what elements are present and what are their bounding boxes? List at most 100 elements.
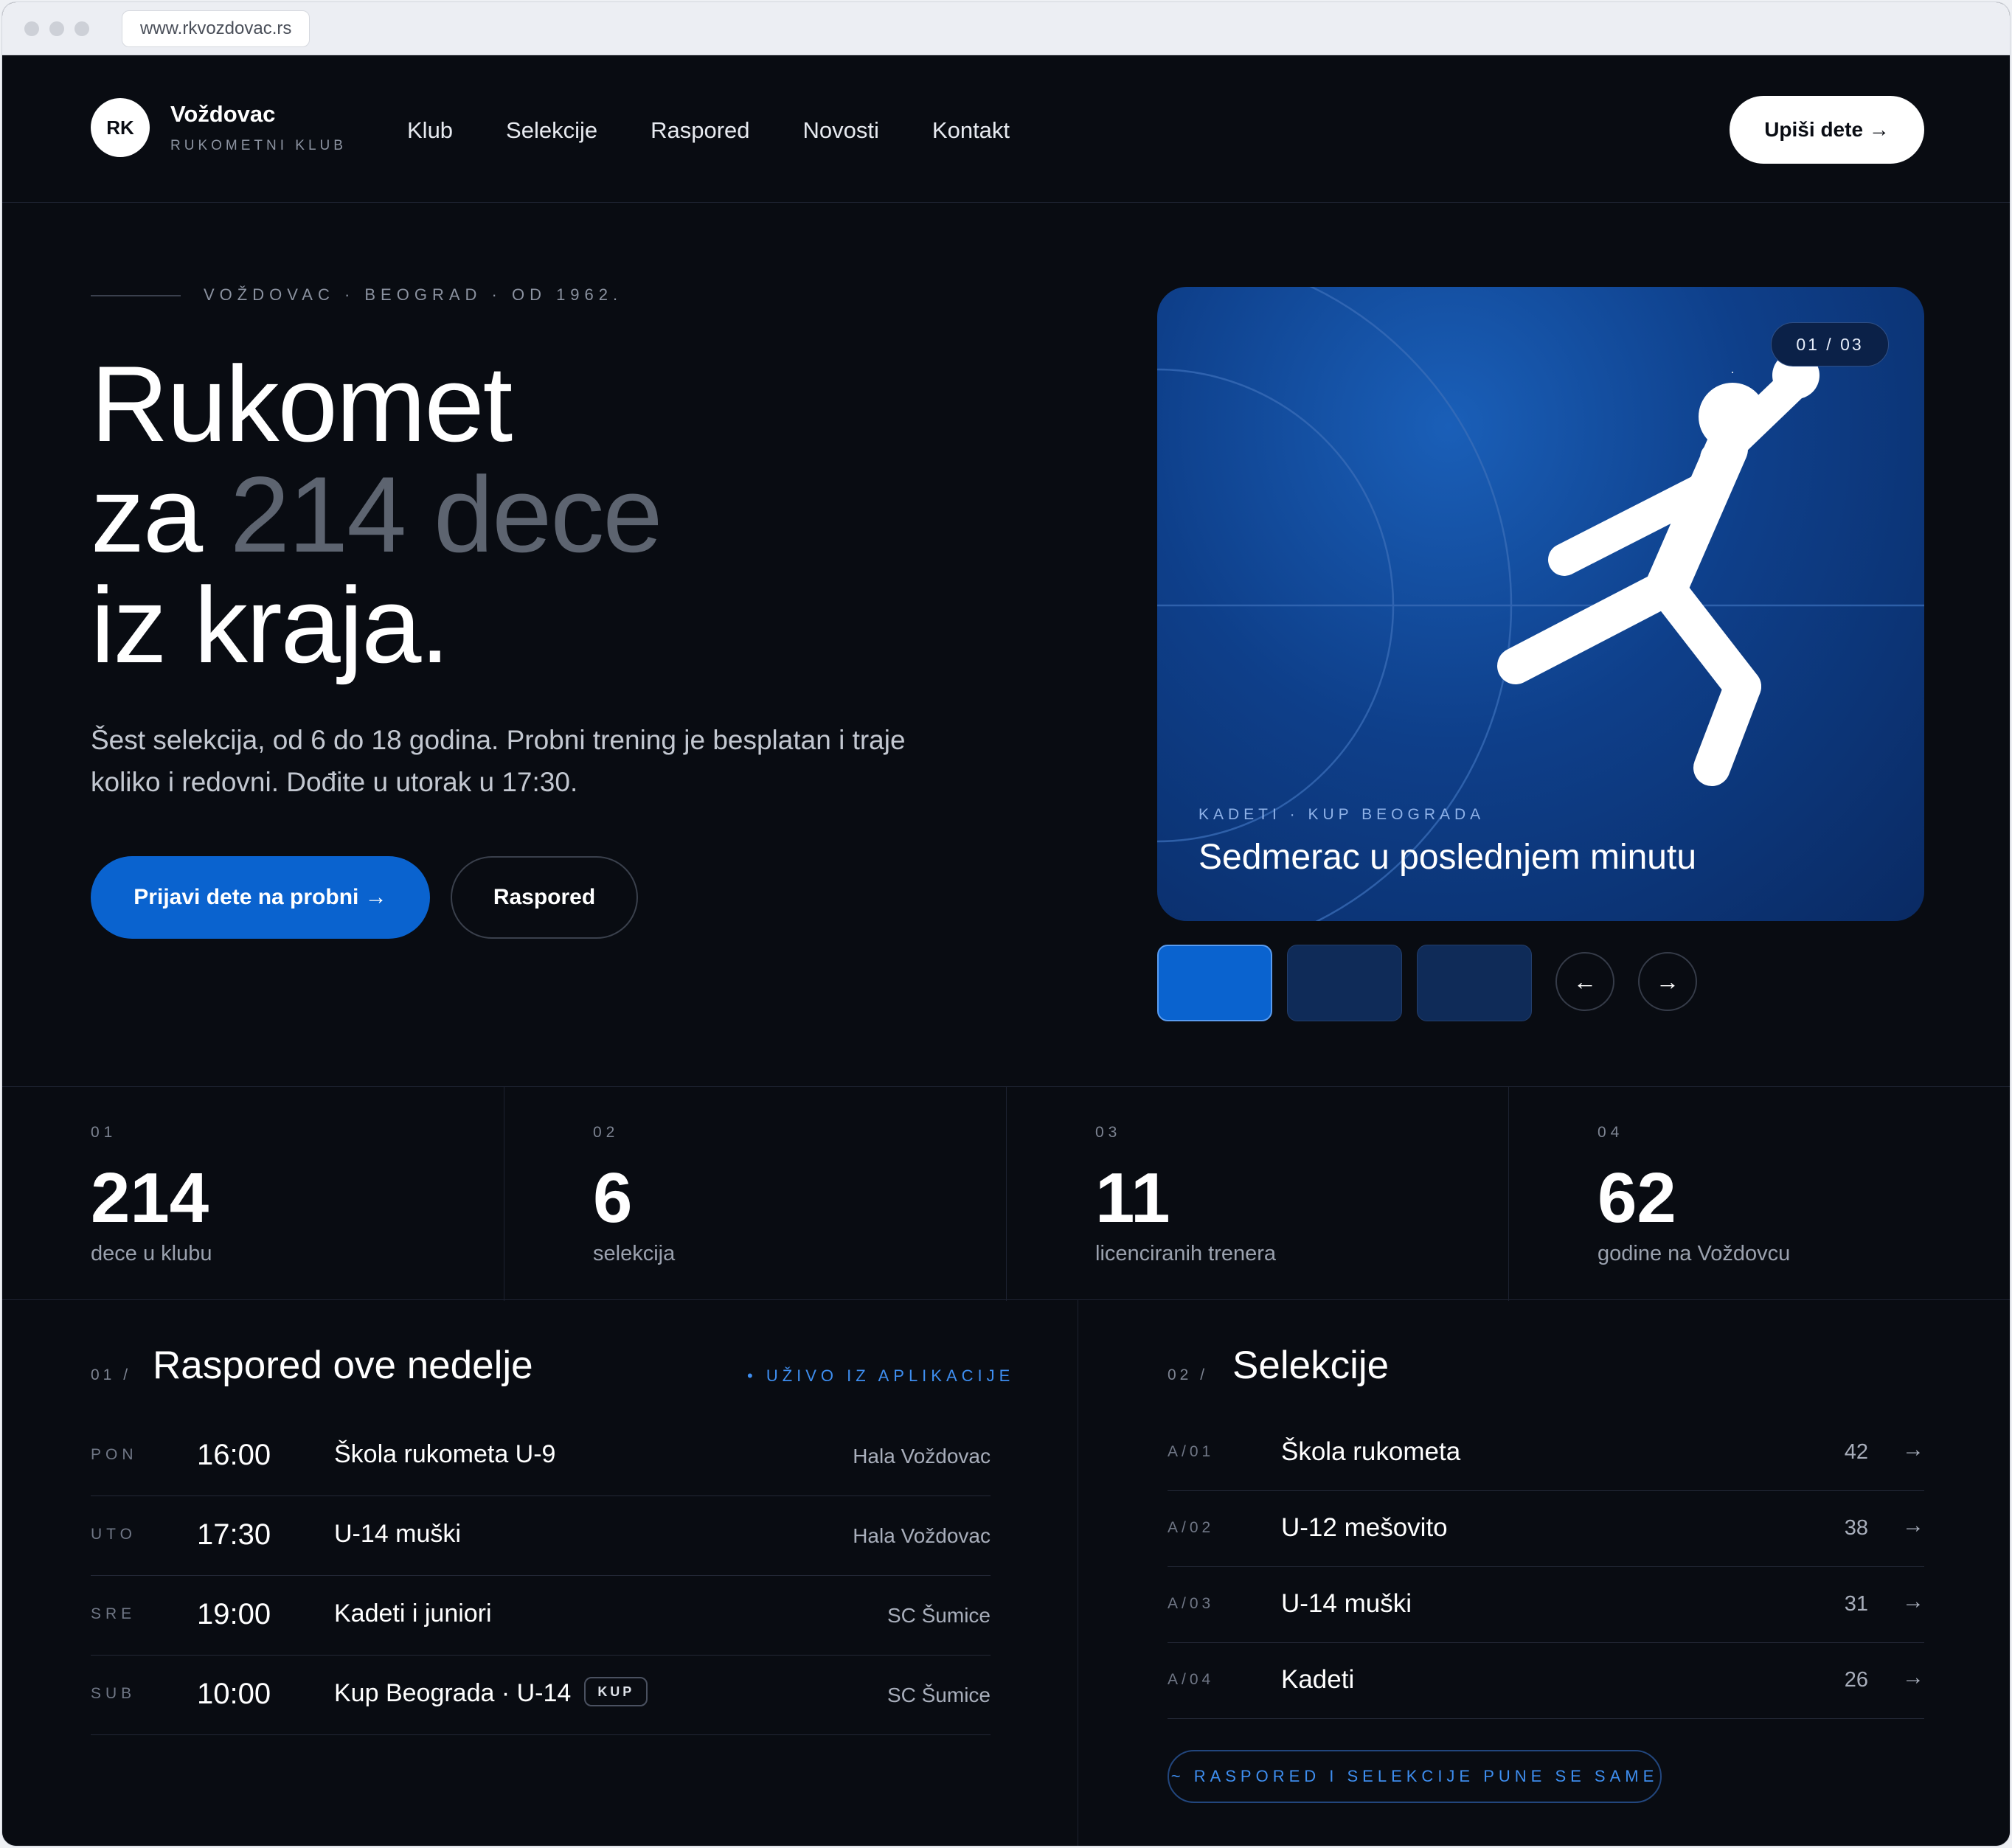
- selection-name: Škola rukometa: [1281, 1437, 1461, 1466]
- nav-item-raspored[interactable]: Raspored: [651, 117, 749, 144]
- schedule-time: 17:30: [197, 1518, 271, 1551]
- schedule-day: PON: [91, 1446, 138, 1463]
- stat-value: 214: [91, 1159, 209, 1237]
- stat-label: godine na Voždovcu: [1598, 1242, 1791, 1265]
- slide-thumb-3[interactable]: [1417, 945, 1532, 1021]
- schedule-group: Škola rukometa U-9: [334, 1440, 556, 1468]
- schedule-day: SUB: [91, 1685, 136, 1702]
- selection-count: 31: [1844, 1592, 1868, 1616]
- arrow-right-icon[interactable]: →: [1902, 1665, 1924, 1690]
- main-nav: Klub Selekcije Raspored Novosti Kontakt: [407, 117, 1063, 144]
- stat-value: 62: [1598, 1159, 1676, 1237]
- window-minimize-dot[interactable]: [49, 21, 64, 36]
- selection-name: U-12 mešovito: [1281, 1513, 1448, 1542]
- selection-count: 26: [1844, 1668, 1868, 1692]
- cup-badge: KUP: [584, 1677, 648, 1707]
- headline-line-3: iz kraja.: [91, 565, 450, 685]
- schedule-venue: Hala Voždovac: [853, 1445, 991, 1467]
- site-header: RK Voždovac RUKOMETNI KLUB Klub Selekcij…: [2, 55, 2010, 203]
- arrow-right-icon[interactable]: →: [1902, 1513, 1924, 1538]
- stat-item: 04 62 godine na Voždovcu: [1509, 1087, 2010, 1301]
- stat-label: selekcija: [593, 1242, 676, 1265]
- window-close-dot[interactable]: [24, 21, 39, 36]
- next-slide-button[interactable]: →: [1638, 952, 1697, 1011]
- card-eyebrow: KADETI · KUP BEOGRADA: [1198, 806, 1485, 823]
- stat-item: 01 214 dece u klubu: [2, 1087, 504, 1301]
- stat-index: 04: [1598, 1124, 1624, 1141]
- schedule-row[interactable]: PON 16:00 Škola rukometa U-9 Hala Voždov…: [91, 1417, 991, 1496]
- schedule-index: 01 /: [91, 1366, 132, 1383]
- arrow-right-icon[interactable]: →: [1902, 1589, 1924, 1614]
- selections-index: 02 /: [1168, 1366, 1209, 1383]
- headline-line-2-pre: za: [91, 454, 230, 574]
- selection-name: U-14 muški: [1281, 1589, 1412, 1618]
- schedule-group-name: Kup Beograda · U-14: [334, 1679, 572, 1707]
- schedule-group: Kup Beograda · U-14 KUP: [334, 1677, 648, 1709]
- address-bar[interactable]: www.rkvozdovac.rs: [122, 10, 311, 47]
- schedule-time: 10:00: [197, 1678, 271, 1710]
- selection-row[interactable]: A/04 Kadeti 26 →: [1168, 1643, 1924, 1719]
- slide-thumb-1[interactable]: [1157, 945, 1272, 1021]
- stat-label: licenciranih trenera: [1095, 1242, 1277, 1265]
- featured-card[interactable]: 01 / 03 KADETI · KUP BEOGRADA Sedmerac u…: [1157, 287, 1924, 921]
- hero-headline: Rukomet za 214 dece iz kraja.: [91, 349, 663, 681]
- selection-row[interactable]: A/03 U-14 muški 31 →: [1168, 1567, 1924, 1643]
- schedule-venue: Hala Voždovac: [853, 1524, 991, 1547]
- schedule-venue: SC Šumice: [887, 1604, 991, 1627]
- selection-code: A/03: [1168, 1595, 1215, 1612]
- schedule-day: UTO: [91, 1526, 136, 1543]
- selection-count: 38: [1844, 1516, 1868, 1540]
- window-zoom-dot[interactable]: [74, 21, 89, 36]
- schedule-row[interactable]: SUB 10:00 Kup Beograda · U-14 KUP SC Šumi…: [91, 1656, 991, 1735]
- brand-name[interactable]: Voždovac: [170, 101, 275, 128]
- schedule-time: 16:00: [197, 1439, 271, 1471]
- selection-count: 42: [1844, 1440, 1868, 1464]
- schedule-button[interactable]: Raspored: [451, 856, 638, 939]
- headline-line-1: Rukomet: [91, 344, 513, 464]
- logo-badge[interactable]: RK: [91, 98, 150, 157]
- schedule-title: Raspored ove nedelje: [153, 1344, 533, 1387]
- court-illustration: [1157, 287, 1924, 921]
- hero-eyebrow: VOŽDOVAC · BEOGRAD · OD 1962.: [204, 285, 623, 304]
- browser-toolbar: www.rkvozdovac.rs: [2, 2, 2010, 55]
- slide-counter: 01 / 03: [1771, 322, 1889, 367]
- stat-index: 02: [593, 1124, 620, 1141]
- schedule-day: SRE: [91, 1605, 136, 1622]
- card-title: Sedmerac u poslednjem minutu: [1198, 838, 1697, 877]
- arrow-right-icon[interactable]: →: [1902, 1437, 1924, 1462]
- page: RK Voždovac RUKOMETNI KLUB Klub Selekcij…: [2, 55, 2010, 1846]
- selection-name: Kadeti: [1281, 1665, 1355, 1694]
- eyebrow-divider: [91, 295, 181, 296]
- selection-code: A/04: [1168, 1671, 1215, 1688]
- trial-signup-button[interactable]: Prijavi dete na probni →: [91, 856, 430, 939]
- browser-window: www.rkvozdovac.rs RK Voždovac RUKOMETNI …: [1, 1, 2011, 1847]
- selection-code: A/01: [1168, 1443, 1215, 1460]
- nav-item-novosti[interactable]: Novosti: [803, 117, 879, 144]
- stat-value: 11: [1095, 1159, 1170, 1237]
- brand-subtitle: RUKOMETNI KLUB: [170, 138, 347, 153]
- selection-code: A/02: [1168, 1519, 1215, 1536]
- stat-value: 6: [593, 1159, 633, 1237]
- handball-player-icon: [1497, 352, 1820, 786]
- selection-row[interactable]: A/02 U-12 mešovito 38 →: [1168, 1491, 1924, 1567]
- nav-item-klub[interactable]: Klub: [407, 117, 453, 144]
- enroll-button[interactable]: Upiši dete →: [1730, 96, 1924, 164]
- schedule-row[interactable]: SRE 19:00 Kadeti i juniori SC Šumice: [91, 1576, 991, 1656]
- selection-row[interactable]: A/01 Škola rukometa 42 →: [1168, 1415, 1924, 1491]
- stat-label: dece u klubu: [91, 1242, 212, 1265]
- prev-slide-button[interactable]: ←: [1555, 952, 1614, 1011]
- schedule-group: Kadeti i juniori: [334, 1599, 492, 1628]
- auto-sync-note: ~ RASPORED I SELEKCIJE PUNE SE SAME: [1168, 1750, 1662, 1803]
- live-indicator: • UŽIVO IZ APLIKACIJE: [747, 1366, 1015, 1385]
- stat-item: 02 6 selekcija: [504, 1087, 1007, 1301]
- stats-strip: 01 214 dece u klubu 02 6 selekcija 03 11…: [2, 1086, 2010, 1301]
- slide-thumb-2[interactable]: [1287, 945, 1402, 1021]
- schedule-group: U-14 muški: [334, 1520, 461, 1548]
- schedule-row[interactable]: UTO 17:30 U-14 muški Hala Voždovac: [91, 1496, 991, 1576]
- hero-lead: Šest selekcija, od 6 do 18 godina. Probn…: [91, 725, 906, 797]
- schedule-venue: SC Šumice: [887, 1684, 991, 1706]
- schedule-time: 19:00: [197, 1598, 271, 1630]
- nav-item-kontakt[interactable]: Kontakt: [932, 117, 1010, 144]
- nav-item-selekcije[interactable]: Selekcije: [506, 117, 597, 144]
- selections-title: Selekcije: [1232, 1344, 1390, 1387]
